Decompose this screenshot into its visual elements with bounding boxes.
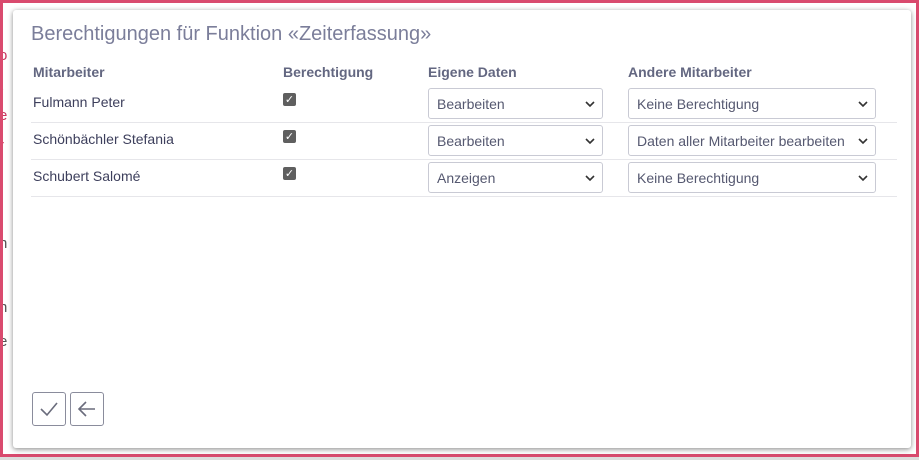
table-row: Fulmann Peter ✓ Bearbeiten Keine Berecht… (31, 85, 897, 123)
other-employees-value: Keine Berechtigung (637, 96, 759, 112)
own-data-select[interactable]: Bearbeiten (428, 125, 603, 156)
column-header-other-employees: Andere Mitarbeiter (628, 64, 752, 80)
employee-name: Schubert Salomé (33, 168, 140, 184)
confirm-button[interactable] (32, 392, 66, 426)
table-row: Schönbächler Stefania ✓ Bearbeiten Daten… (31, 122, 897, 160)
dialog-title: Berechtigungen für Funktion «Zeiterfassu… (31, 23, 431, 46)
background-fragment: e (3, 107, 7, 124)
own-data-select[interactable]: Bearbeiten (428, 88, 603, 119)
own-data-value: Bearbeiten (437, 133, 505, 149)
background-fragment: n (3, 299, 7, 316)
table-row: Schubert Salomé ✓ Anzeigen Keine Berecht… (31, 159, 897, 197)
chevron-down-icon (857, 98, 869, 110)
own-data-select[interactable]: Anzeigen (428, 162, 603, 193)
employee-name: Fulmann Peter (33, 94, 125, 110)
other-employees-value: Daten aller Mitarbeiter bearbeiten (637, 133, 845, 149)
other-employees-select[interactable]: Daten aller Mitarbeiter bearbeiten (628, 125, 876, 156)
checkbox-checked-icon[interactable]: ✓ (283, 167, 296, 180)
chevron-down-icon (584, 135, 596, 147)
employee-name: Schönbächler Stefania (33, 131, 174, 147)
arrow-left-icon (77, 399, 97, 419)
background-fragment: e (3, 333, 7, 350)
own-data-value: Anzeigen (437, 170, 495, 186)
checkbox-checked-icon[interactable]: ✓ (283, 130, 296, 143)
background-fragment: r (3, 137, 4, 154)
other-employees-value: Keine Berechtigung (637, 170, 759, 186)
other-employees-select[interactable]: Keine Berechtigung (628, 162, 876, 193)
column-header-permission: Berechtigung (283, 64, 373, 80)
chevron-down-icon (584, 98, 596, 110)
chevron-down-icon (857, 135, 869, 147)
column-header-own-data: Eigene Daten (428, 64, 517, 80)
app-frame: o t e r n n e Berechtigungen für Funktio… (0, 0, 919, 457)
own-data-value: Bearbeiten (437, 96, 505, 112)
background-fragment: n (3, 235, 7, 252)
checkbox-checked-icon[interactable]: ✓ (283, 93, 296, 106)
column-header-employee: Mitarbeiter (33, 64, 105, 80)
chevron-down-icon (857, 172, 869, 184)
background-fragment: o (3, 47, 7, 64)
permissions-dialog: Berechtigungen für Funktion «Zeiterfassu… (13, 10, 911, 448)
other-employees-select[interactable]: Keine Berechtigung (628, 88, 876, 119)
back-button[interactable] (70, 392, 104, 426)
checkmark-icon (39, 399, 59, 419)
chevron-down-icon (584, 172, 596, 184)
